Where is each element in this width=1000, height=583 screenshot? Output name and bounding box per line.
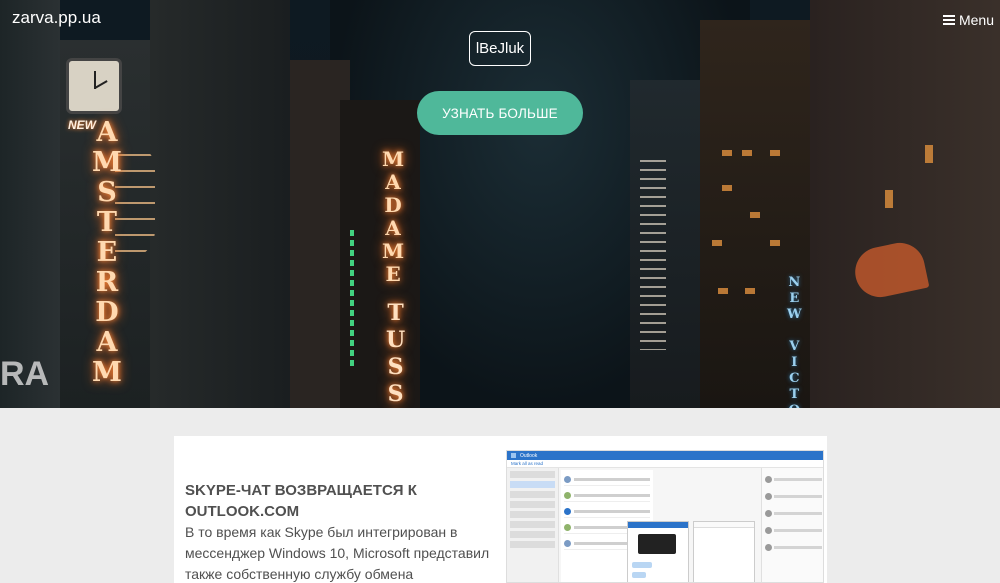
article-excerpt: В то время как Skype был интегрирован в …: [185, 524, 490, 582]
sign-amsterdam: AMSTERDAM: [92, 118, 122, 388]
sign-letter: T: [789, 387, 800, 402]
sign-letter: E: [96, 237, 118, 268]
window-light: [722, 185, 732, 191]
clock-icon: [66, 58, 122, 114]
sign-letter: S: [387, 381, 404, 407]
sign-madame: MADAME: [382, 148, 404, 286]
window-light: [885, 190, 893, 208]
sign-letter: C: [789, 371, 800, 386]
window-light: [742, 150, 752, 156]
outlook-titlebar: Outlook: [507, 451, 823, 460]
article-image[interactable]: Outlook Mark all as read: [506, 450, 824, 583]
menu-label: Menu: [958, 12, 994, 28]
sign-letter: I: [791, 355, 798, 370]
window-light: [770, 240, 780, 246]
sign-letter: M: [92, 147, 122, 178]
menu-button[interactable]: Menu: [942, 12, 994, 28]
sign-letter: D: [384, 193, 402, 217]
learn-more-button[interactable]: УЗНАТЬ БОЛЬШЕ: [417, 91, 583, 135]
sign-letter: [792, 323, 797, 339]
article-card[interactable]: SKYPE-ЧАТ ВОЗВРАЩАЕТСЯ К OUTLOOK.COM В т…: [174, 436, 827, 583]
sign-letter: U: [386, 327, 406, 353]
neon-strip: [640, 160, 666, 350]
window-light: [750, 212, 760, 218]
sign-letter: M: [382, 147, 405, 171]
skype-contacts-pane: [761, 468, 823, 582]
sign-letter: A: [96, 117, 118, 148]
sign-letter: D: [95, 297, 119, 328]
hamburger-icon: [942, 15, 955, 25]
site-logo[interactable]: lBeJluk: [469, 31, 531, 66]
sign-letter: E: [789, 291, 800, 306]
sign-letter: O: [789, 403, 800, 408]
window-light: [718, 288, 728, 294]
skype-chat-window: [693, 521, 755, 582]
building: [0, 0, 60, 408]
sign-letter: S: [387, 354, 404, 380]
sign-letter: T: [96, 207, 117, 238]
window-light: [770, 150, 780, 156]
window-light: [722, 150, 732, 156]
outlook-toolbar: Mark all as read: [507, 460, 823, 468]
sign-letter: V: [789, 339, 800, 354]
building: [150, 0, 290, 408]
sign-letter: T: [387, 300, 404, 326]
sign-new-victory: NEW VICTORY: [787, 275, 802, 408]
window-light: [712, 240, 722, 246]
sign-letter: R: [95, 267, 119, 298]
neon-strip: [350, 230, 354, 370]
skype-chat-window: [627, 521, 689, 582]
hero-banner: NEW AMSTERDAM MADAME TUSSA NEW VICTORY R…: [0, 0, 1000, 408]
sign-letter: A: [96, 327, 118, 358]
app-grid-icon: [511, 453, 516, 458]
article-title[interactable]: SKYPE-ЧАТ ВОЗВРАЩАЕТСЯ К OUTLOOK.COM: [185, 480, 485, 522]
sign-ra: RA: [0, 355, 50, 393]
sign-letter: M: [92, 357, 122, 388]
sign-tussa: TUSSA: [386, 300, 405, 408]
sign-letter: W: [787, 307, 802, 322]
outlook-folder-pane: [507, 468, 559, 582]
window-light: [745, 288, 755, 294]
sign-letter: A: [385, 216, 401, 240]
sign-letter: N: [788, 275, 801, 290]
outlook-toolbar-label: Mark all as read: [511, 461, 544, 466]
sign-letter: M: [382, 239, 405, 263]
sign-letter: E: [385, 262, 401, 286]
sign-letter: A: [385, 170, 401, 194]
sign-letter: S: [97, 177, 117, 208]
site-brand-link[interactable]: zarva.pp.ua: [12, 8, 101, 28]
outlook-app-name: Outlook: [520, 452, 538, 459]
window-light: [925, 145, 933, 163]
building: [810, 0, 1000, 408]
